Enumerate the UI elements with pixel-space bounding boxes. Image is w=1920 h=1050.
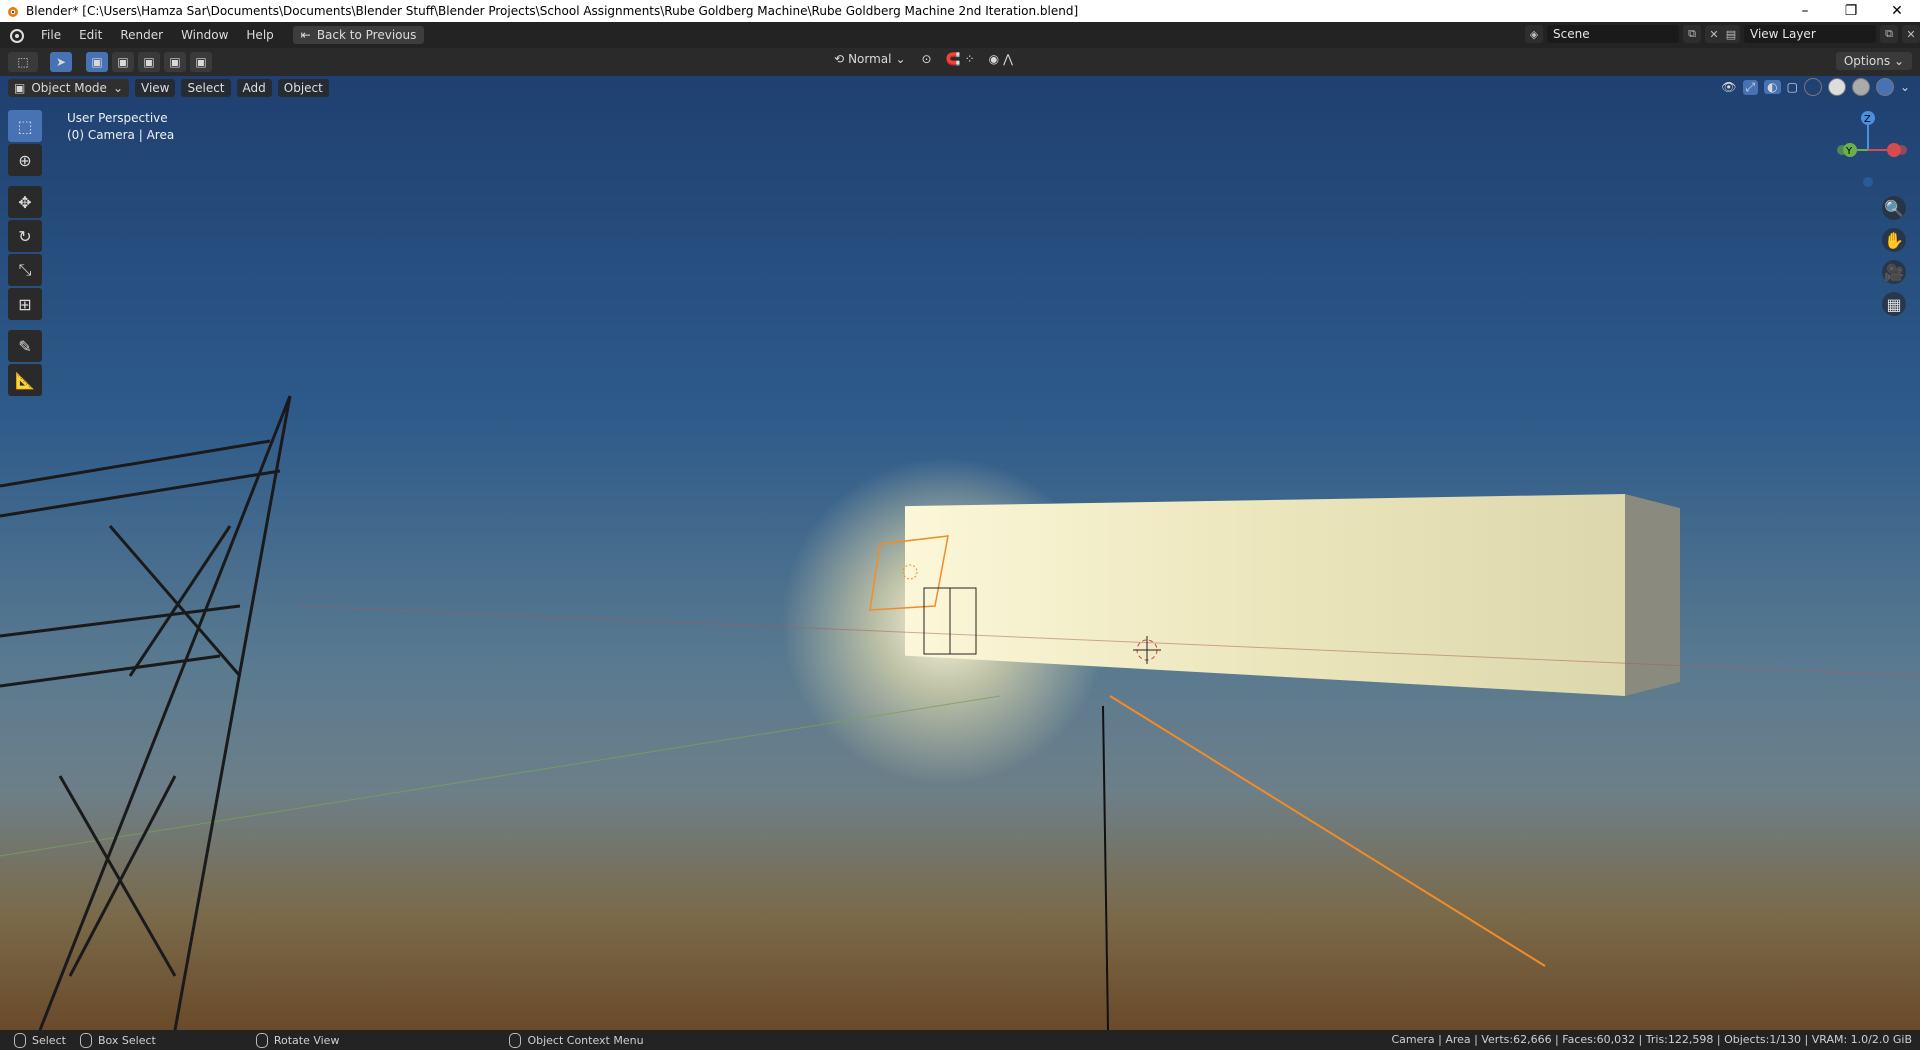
viewport-menu-object[interactable]: Object [277,79,329,97]
pivot-icon[interactable]: ⊙ [922,52,932,66]
back-to-previous-button[interactable]: ⇤ Back to Previous [292,26,425,44]
options-dropdown[interactable]: Options ⌄ [1835,52,1912,70]
scene-statistics: Camera | Area | Verts:62,666 | Faces:60,… [1391,1033,1912,1046]
blender-logo-icon[interactable] [8,26,26,44]
select-tool-icon[interactable]: ➤ [50,52,72,72]
viewport-shading-controls: 👁 ⤢ ◐ ▢ ⌄ [1721,78,1910,96]
viewport-header: ▣ Object Mode ⌄ View Select Add Object 👁… [0,76,1920,100]
status-select-label: Select [32,1033,66,1047]
cursor-tool-icon[interactable]: ⊕ [8,144,42,176]
mouse-right-icon [509,1032,522,1048]
transform-orientation-group: ⟲ Normal ⌄ ⊙ 🧲 ⁘ ◉ ⋀ [834,52,1013,66]
transform-tool-icon[interactable]: ⊞ [8,288,42,320]
menu-edit[interactable]: Edit [70,28,111,42]
ortho-grid-icon[interactable]: ▦ [1882,292,1906,316]
viewport-menu-add[interactable]: Add [236,79,272,97]
scene-name-field[interactable]: Scene [1547,25,1679,43]
view-layer-browse-icon[interactable]: ▤ [1722,25,1740,43]
minimize-button[interactable]: – [1782,0,1828,22]
scene-browse-icon[interactable]: ◈ [1525,25,1543,43]
scene-selector: ◈ Scene ⧉ ✕ [1525,25,1723,43]
menu-window[interactable]: Window [172,28,237,42]
select-mode-intersect-icon[interactable]: ▣ [190,52,212,72]
active-object-label: (0) Camera | Area [67,128,175,142]
select-mode-extend-icon[interactable]: ▣ [112,52,134,72]
menu-render[interactable]: Render [111,28,172,42]
scene-close-icon[interactable]: ✕ [1705,25,1723,43]
viewport-info-overlay: User Perspective (0) Camera | Area [67,110,174,144]
top-menubar: File Edit Render Window Help ⇤ Back to P… [0,22,1920,48]
snap-icon[interactable]: 🧲 [946,52,961,66]
pan-hand-icon[interactable]: ✋ [1882,228,1906,252]
navigation-gizmo[interactable]: Z Y [1830,110,1920,190]
window-title: Blender* [C:\Users\Hamza Sar\Documents\D… [26,4,1079,18]
mouse-middle-icon [255,1032,268,1048]
restore-button[interactable]: ❐ [1828,0,1874,22]
scene-new-icon[interactable]: ⧉ [1683,25,1701,43]
scale-tool-icon[interactable]: ⤡ [8,254,42,286]
status-select: Select [14,1032,66,1048]
menu-help[interactable]: Help [237,28,282,42]
annotate-tool-icon[interactable]: ✎ [8,330,42,362]
view-layer-close-icon[interactable]: ✕ [1902,25,1920,43]
select-mode-subtract-icon[interactable]: ▣ [138,52,160,72]
status-rotate-view: Rotate View [255,1032,340,1048]
snap-grid-icon[interactable]: ⁘ [965,52,975,66]
status-box-select: Box Select [79,1032,156,1048]
xray-toggle-icon[interactable]: ▢ [1787,80,1798,94]
falloff-icon[interactable]: ⋀ [1003,52,1013,66]
visibility-icon[interactable]: 👁 [1721,80,1736,94]
editor-type-icon[interactable]: ⬚ [8,52,38,72]
navigation-buttons: 🔍 ✋ 🎥 ▦ [1882,196,1906,316]
options-label: Options [1843,54,1891,68]
status-bar: Select Box Select Rotate View Object Con… [0,1030,1920,1050]
close-button[interactable]: ✕ [1874,0,1920,22]
chevron-down-icon[interactable]: ⌄ [1900,80,1910,94]
3d-viewport[interactable] [0,76,1920,1030]
status-box-select-label: Box Select [97,1033,156,1047]
proportional-edit-icon[interactable]: ◉ [989,52,999,66]
object-mode-icon: ▣ [14,81,26,95]
overlay-toggle-icon[interactable]: ◐ [1764,80,1781,94]
view-layer-selector: ▤ View Layer ⧉ ✕ [1722,25,1920,43]
perspective-label: User Perspective [67,111,168,125]
select-mode-invert-icon[interactable]: ▣ [164,52,186,72]
back-icon: ⇤ [300,28,311,42]
gizmo-z-label: Z [1864,114,1871,125]
rendered-shading-icon[interactable] [1875,78,1894,96]
menu-file[interactable]: File [32,28,70,42]
view-layer-new-icon[interactable]: ⧉ [1880,25,1898,43]
mouse-left-icon [14,1032,26,1048]
status-rotate-view-label: Rotate View [273,1033,340,1047]
left-toolbar: ⬚ ⊕ ✥ ↻ ⤡ ⊞ ✎ 📐 [8,110,42,396]
window-titlebar: Blender* [C:\Users\Hamza Sar\Documents\D… [0,0,1920,22]
mouse-drag-icon [79,1032,92,1048]
view-layer-name-field[interactable]: View Layer [1744,25,1876,43]
material-shading-icon[interactable] [1851,78,1870,96]
back-to-previous-label: Back to Previous [316,28,417,42]
blender-app-icon [8,7,18,17]
zoom-icon[interactable]: 🔍 [1882,196,1906,220]
camera-view-icon[interactable]: 🎥 [1882,260,1906,284]
orientation-icon: ⟲ [834,52,845,66]
measure-tool-icon[interactable]: 📐 [8,364,42,396]
viewport-menu-select[interactable]: Select [181,79,231,97]
status-context-menu-label: Object Context Menu [527,1033,644,1047]
chevron-down-icon: ⌄ [112,81,123,95]
move-tool-icon[interactable]: ✥ [8,186,42,218]
select-box-tool-icon[interactable]: ⬚ [8,110,42,142]
gizmo-toggle-icon[interactable]: ⤢ [1742,79,1759,95]
chevron-down-icon: ⌄ [895,52,906,66]
viewport-overlay-lines [0,395,1920,1030]
orientation-dropdown[interactable]: Normal [848,52,891,66]
object-mode-label: Object Mode [31,81,107,95]
viewport-menu-view[interactable]: View [135,79,176,97]
wireframe-shading-icon[interactable] [1803,78,1822,96]
select-mode-new-icon[interactable]: ▣ [86,52,108,72]
solid-shading-icon[interactable] [1827,78,1846,96]
object-mode-dropdown[interactable]: ▣ Object Mode ⌄ [8,79,129,97]
status-context-menu: Object Context Menu [509,1032,644,1048]
tool-header: ⬚ ➤ ▣ ▣ ▣ ▣ ▣ ⟲ Normal ⌄ ⊙ 🧲 ⁘ ◉ ⋀ Optio… [0,48,1920,76]
rotate-tool-icon[interactable]: ↻ [8,220,42,252]
